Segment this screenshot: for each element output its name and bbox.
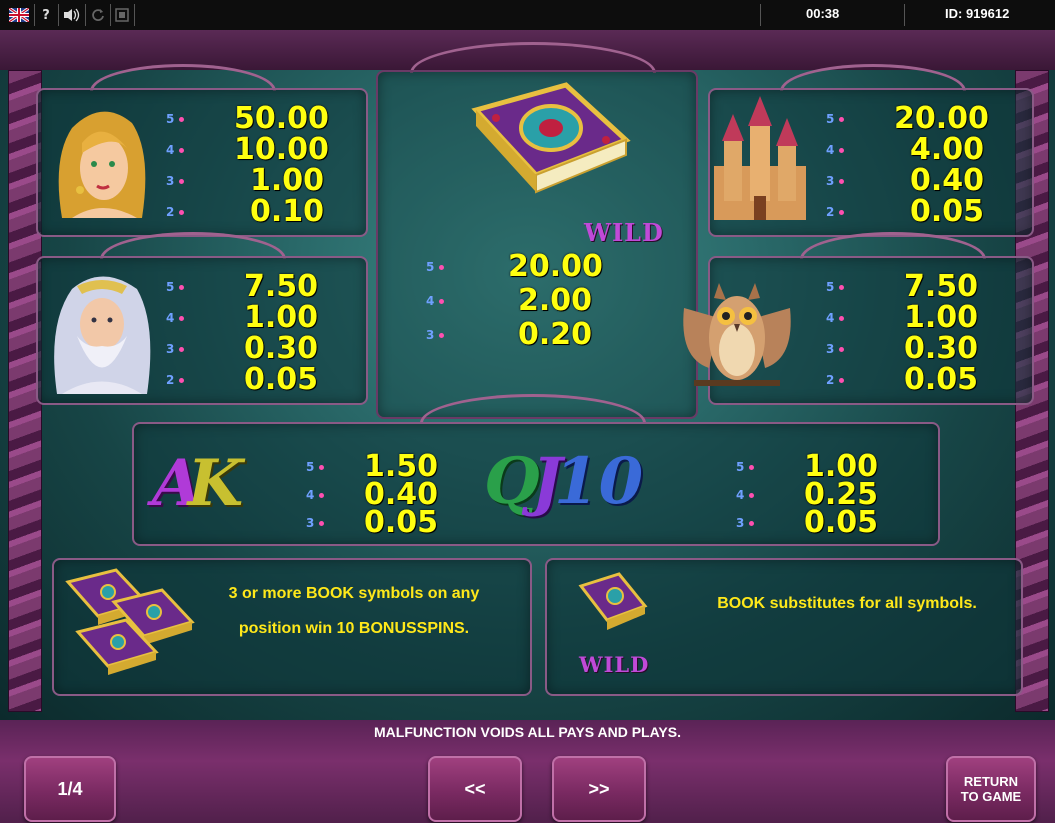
multiplier-label: 3 <box>826 342 858 356</box>
fullscreen-icon[interactable] <box>113 6 131 24</box>
multiplier-label: 5 <box>306 460 338 474</box>
maiden-symbol-icon <box>58 111 146 218</box>
payout-value: 0.20 <box>518 317 593 352</box>
multiplier-label: 2 <box>826 373 858 387</box>
paytable-panel-book: WILD 5 20.00 4 2.00 3 0.20 <box>376 70 698 419</box>
payout-value: 2.00 <box>518 283 593 318</box>
payout-value: 0.05 <box>804 505 879 540</box>
multiplier-label: 4 <box>166 143 198 157</box>
uk-flag-icon[interactable] <box>8 6 30 24</box>
reload-icon[interactable] <box>89 6 107 24</box>
multiplier-label: 5 <box>166 112 198 126</box>
payout-value: 20.00 <box>894 101 989 136</box>
multiplier-label: 5 <box>736 460 768 474</box>
multiplier-label: 3 <box>166 174 198 188</box>
game-id-display: ID: 919612 <box>945 6 1010 21</box>
multiplier-label: 3 <box>736 516 768 530</box>
payout-value: 0.05 <box>910 194 985 229</box>
letter-10: 10 <box>554 444 644 519</box>
bonus-info-text: 3 or more BOOK symbols on any position w… <box>228 585 480 637</box>
payout-value: 7.50 <box>244 269 319 304</box>
multiplier-label: 5 <box>826 280 858 294</box>
prev-page-button[interactable]: << <box>428 756 522 822</box>
card-symbols-qj10: QJ10 <box>484 442 643 522</box>
letter-k: K <box>187 446 244 521</box>
wild-info-text: BOOK substitutes for all symbols. <box>717 595 977 612</box>
clock-display: 00:38 <box>806 6 840 21</box>
payout-value: 7.50 <box>904 269 979 304</box>
multiplier-label: 4 <box>306 488 338 502</box>
multiplier-label: 2 <box>166 373 198 387</box>
multiplier-label: 4 <box>426 294 458 308</box>
payout-value: 20.00 <box>508 249 603 284</box>
multiplier-label: 5 <box>826 112 858 126</box>
multiplier-label: 3 <box>826 174 858 188</box>
multiplier-label: 2 <box>826 205 858 219</box>
paytable-panel-card-symbols: AK 5 1.50 4 0.40 3 0.05 QJ10 5 1.00 4 0.25 30… <box>132 422 940 546</box>
paytable-panel-castle: 5 20.00 4 4.00 3 0.40 2 0.05 <box>708 88 1034 237</box>
multiplier-label: 4 <box>826 311 858 325</box>
payout-value: 1.00 <box>250 163 325 198</box>
return-to-game-button[interactable]: RETURN TO GAME <box>946 756 1036 822</box>
wizard-symbol-icon <box>54 276 151 394</box>
payout-value: 10.00 <box>234 132 329 167</box>
owl-symbol-icon <box>683 283 791 386</box>
paytable-panel-maiden: 5 50.00 4 10.00 3 1.00 2 0.10 <box>36 88 368 237</box>
payout-value: 0.05 <box>364 505 439 540</box>
return-label-line1: RETURN <box>963 774 1019 789</box>
paytable-panel-owl: 5 7.50 4 1.00 3 0.30 2 0.05 <box>683 256 1034 405</box>
page-indicator-button[interactable]: 1/4 <box>24 756 116 822</box>
multiplier-label: 2 <box>166 205 198 219</box>
payout-value: 1.00 <box>904 300 979 335</box>
malfunction-disclaimer: MALFUNCTION VOIDS ALL PAYS AND PLAYS. <box>374 724 681 740</box>
bonus-info-panel: 3 or more BOOK symbols on any position w… <box>52 558 532 696</box>
payout-value: 0.05 <box>904 362 979 397</box>
multiplier-label: 4 <box>166 311 198 325</box>
return-label-line2: TO GAME <box>960 789 1022 804</box>
next-page-button[interactable]: >> <box>552 756 646 822</box>
wild-label: WILD <box>584 218 664 247</box>
book-symbol-icon <box>471 82 631 194</box>
multiplier-label: 5 <box>426 260 458 274</box>
paytable-panel-wizard: 5 7.50 4 1.00 3 0.30 2 0.05 <box>36 256 368 405</box>
castle-symbol-icon <box>714 96 806 220</box>
top-status-bar: ? 00:38 ID: 919612 <box>0 0 1055 31</box>
wild-info-panel: WILD BOOK substitutes for all symbols. <box>545 558 1023 696</box>
payout-value: 4.00 <box>910 132 985 167</box>
multiplier-label: 4 <box>826 143 858 157</box>
payout-value: 0.10 <box>250 194 325 229</box>
wild-label: WILD <box>579 652 650 677</box>
payout-value: 0.30 <box>904 331 979 366</box>
book-wild-icon <box>578 572 648 630</box>
payout-value: 0.40 <box>910 163 985 198</box>
multiplier-label: 3 <box>166 342 198 356</box>
multiplier-label: 5 <box>166 280 198 294</box>
payout-value: 1.00 <box>244 300 319 335</box>
payout-value: 50.00 <box>234 101 329 136</box>
card-symbols-ak: AK <box>152 444 243 524</box>
multiplier-label: 3 <box>306 516 338 530</box>
payout-value: 0.30 <box>244 331 319 366</box>
multiplier-label: 4 <box>736 488 768 502</box>
speaker-icon[interactable] <box>62 6 82 24</box>
three-books-icon <box>65 568 195 675</box>
multiplier-label: 3 <box>426 328 458 342</box>
help-button[interactable]: ? <box>37 6 55 24</box>
payout-value: 0.05 <box>244 362 319 397</box>
